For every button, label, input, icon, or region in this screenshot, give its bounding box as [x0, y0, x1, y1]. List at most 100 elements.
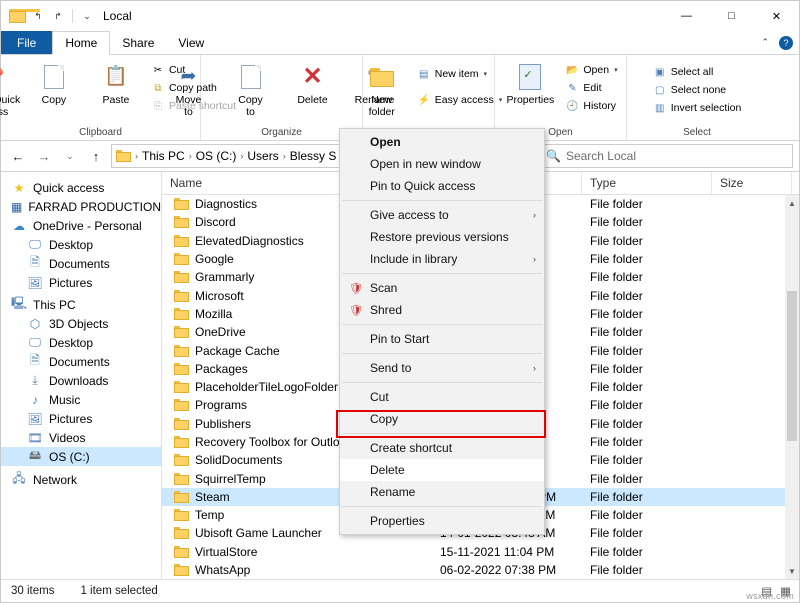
menu-item-open[interactable]: Open — [340, 131, 544, 153]
redo-icon[interactable]: ↱ — [50, 8, 66, 24]
menu-item-cut[interactable]: Cut — [340, 386, 544, 408]
tab-share[interactable]: Share — [110, 31, 166, 54]
file-type: File folder — [582, 545, 712, 559]
sidebar-item-3d-objects[interactable]: ⬡ 3D Objects — [1, 314, 161, 333]
minimize-button[interactable]: — — [664, 1, 709, 31]
chevron-down-icon[interactable]: ▾ — [614, 66, 618, 74]
invert-selection-button[interactable]: ▥ Invert selection — [649, 99, 746, 117]
open-button[interactable]: 📂 Open ▾ — [561, 61, 621, 79]
tab-home[interactable]: Home — [52, 31, 110, 55]
maximize-button[interactable]: □ — [709, 1, 754, 31]
sidebar-item-quick-access[interactable]: ★ Quick access — [1, 178, 161, 197]
copy-to-button[interactable]: Copy to — [220, 59, 282, 120]
chevron-down-icon[interactable]: ⌄ — [79, 8, 95, 24]
sidebar-item-onedrive-documents[interactable]: 🗎 Documents — [1, 254, 161, 273]
select-all-button[interactable]: ▣ Select all — [649, 63, 746, 81]
sidebar-item-videos[interactable]: 🎞 Videos — [1, 428, 161, 447]
menu-item-send-to[interactable]: Send to› — [340, 357, 544, 379]
sidebar-item-onedrive-desktop[interactable]: 🖵 Desktop — [1, 235, 161, 254]
breadcrumb-blessy-s[interactable]: Blessy S — [288, 149, 339, 163]
menu-item-label: Include in library — [370, 252, 457, 266]
column-header-size[interactable]: Size — [712, 172, 792, 194]
file-type: File folder — [582, 526, 712, 540]
easy-access-icon: ⚡ — [417, 93, 431, 107]
menu-item-properties[interactable]: Properties — [340, 510, 544, 532]
quick-access-toolbar: ↰ ↱ ⌄ — [1, 8, 95, 24]
sidebar-item-os-c[interactable]: 🖴 OS (C:) — [1, 447, 161, 466]
sidebar-item-pictures[interactable]: 🖼 Pictures — [1, 409, 161, 428]
properties-button[interactable]: Properties — [499, 59, 561, 109]
up-button[interactable]: ↑ — [85, 145, 107, 167]
folder-icon — [174, 546, 189, 558]
file-name: OneDrive — [195, 325, 246, 339]
sidebar-item-downloads[interactable]: ⤓ Downloads — [1, 371, 161, 390]
search-icon: 🔍 — [546, 149, 561, 163]
new-folder-button[interactable]: New folder — [351, 59, 413, 120]
forward-button[interactable]: → — [33, 145, 55, 167]
column-header-type[interactable]: Type — [582, 172, 712, 194]
pin-icon: 📌 — [0, 61, 4, 93]
sidebar-item-network[interactable]: 🖧 Network — [1, 470, 161, 489]
folder-icon — [174, 271, 189, 283]
clipboard-group-title: Clipboard — [79, 127, 122, 140]
move-to-button[interactable]: ➦ Move to — [158, 59, 220, 120]
vertical-scrollbar[interactable]: ▲ ▼ — [785, 195, 799, 579]
menu-item-scan[interactable]: 🛡Scan — [340, 277, 544, 299]
star-icon: ★ — [11, 181, 27, 195]
recent-locations-button[interactable]: ⌄ — [59, 145, 81, 167]
delete-button[interactable]: ✕ Delete — [282, 59, 344, 109]
menu-separator — [342, 200, 542, 201]
menu-item-open-in-new-window[interactable]: Open in new window — [340, 153, 544, 175]
tab-view[interactable]: View — [166, 31, 216, 54]
scrollbar-thumb[interactable] — [787, 291, 797, 441]
sidebar-item-onedrive-pictures[interactable]: 🖼 Pictures — [1, 273, 161, 292]
new-item-button[interactable]: ▤ New item ▾ — [413, 65, 506, 83]
table-row[interactable]: WhatsApp06-02-2022 07:38 PMFile folder — [162, 561, 799, 579]
menu-item-rename[interactable]: Rename — [340, 481, 544, 503]
chevron-down-icon[interactable]: ▾ — [484, 70, 488, 78]
copy-to-icon — [241, 61, 261, 93]
easy-access-button[interactable]: ⚡ Easy access ▾ — [413, 91, 506, 109]
file-type: File folder — [582, 234, 712, 248]
close-button[interactable]: ✕ — [754, 1, 799, 31]
sidebar-item-this-pc[interactable]: 🖳 This PC — [1, 295, 161, 314]
pin-to-quick-access-button[interactable]: 📌 Pin to Quick access — [0, 59, 23, 120]
menu-item-pin-to-quick-access[interactable]: Pin to Quick access — [340, 175, 544, 197]
sidebar-item-farrad-production[interactable]: ▦ FARRAD PRODUCTION — [1, 197, 161, 216]
menu-item-pin-to-start[interactable]: Pin to Start — [340, 328, 544, 350]
help-icon[interactable]: ? — [779, 36, 793, 50]
select-none-button[interactable]: ▢ Select none — [649, 81, 746, 99]
collapse-ribbon-icon[interactable]: ⌃ — [761, 37, 769, 48]
breadcrumb-os-c[interactable]: OS (C:) — [194, 149, 239, 163]
menu-item-copy[interactable]: Copy — [340, 408, 544, 430]
table-row[interactable]: VirtualStore15-11-2021 11:04 PMFile fold… — [162, 543, 799, 561]
edit-button[interactable]: ✎ Edit — [561, 79, 621, 97]
paste-button[interactable]: 📋 Paste — [85, 59, 147, 109]
status-bar: 30 items 1 item selected ▤ ▦ — [1, 579, 799, 602]
history-button[interactable]: 🕘 History — [561, 97, 621, 115]
sidebar-item-music[interactable]: ♪ Music — [1, 390, 161, 409]
tab-file[interactable]: File — [1, 31, 52, 54]
menu-item-create-shortcut[interactable]: Create shortcut — [340, 437, 544, 459]
window-buttons: — □ ✕ — [664, 1, 799, 31]
breadcrumb-separator: › — [283, 151, 286, 161]
file-name: Diagnostics — [195, 197, 257, 211]
menu-item-include-in-library[interactable]: Include in library› — [340, 248, 544, 270]
menu-item-delete[interactable]: Delete — [340, 459, 544, 481]
menu-item-label: Send to — [370, 361, 411, 375]
menu-item-shred[interactable]: 🛡Shred — [340, 299, 544, 321]
sidebar-item-desktop[interactable]: 🖵 Desktop — [1, 333, 161, 352]
menu-item-give-access-to[interactable]: Give access to› — [340, 204, 544, 226]
scroll-up-icon[interactable]: ▲ — [788, 195, 796, 211]
breadcrumb-users[interactable]: Users — [245, 149, 280, 163]
ribbon-tab-right-icons: ⌃ ? — [761, 31, 793, 54]
back-button[interactable]: ← — [7, 145, 29, 167]
sidebar-item-documents[interactable]: 🗎 Documents — [1, 352, 161, 371]
scroll-down-icon[interactable]: ▼ — [788, 563, 796, 579]
breadcrumb-this-pc[interactable]: This PC — [140, 149, 187, 163]
copy-button[interactable]: Copy — [23, 59, 85, 109]
file-date: 06-02-2022 07:38 PM — [432, 563, 582, 577]
menu-item-restore-previous-versions[interactable]: Restore previous versions — [340, 226, 544, 248]
sidebar-item-onedrive-personal[interactable]: ☁ OneDrive - Personal — [1, 216, 161, 235]
search-box[interactable]: 🔍 Search Local — [539, 144, 793, 168]
